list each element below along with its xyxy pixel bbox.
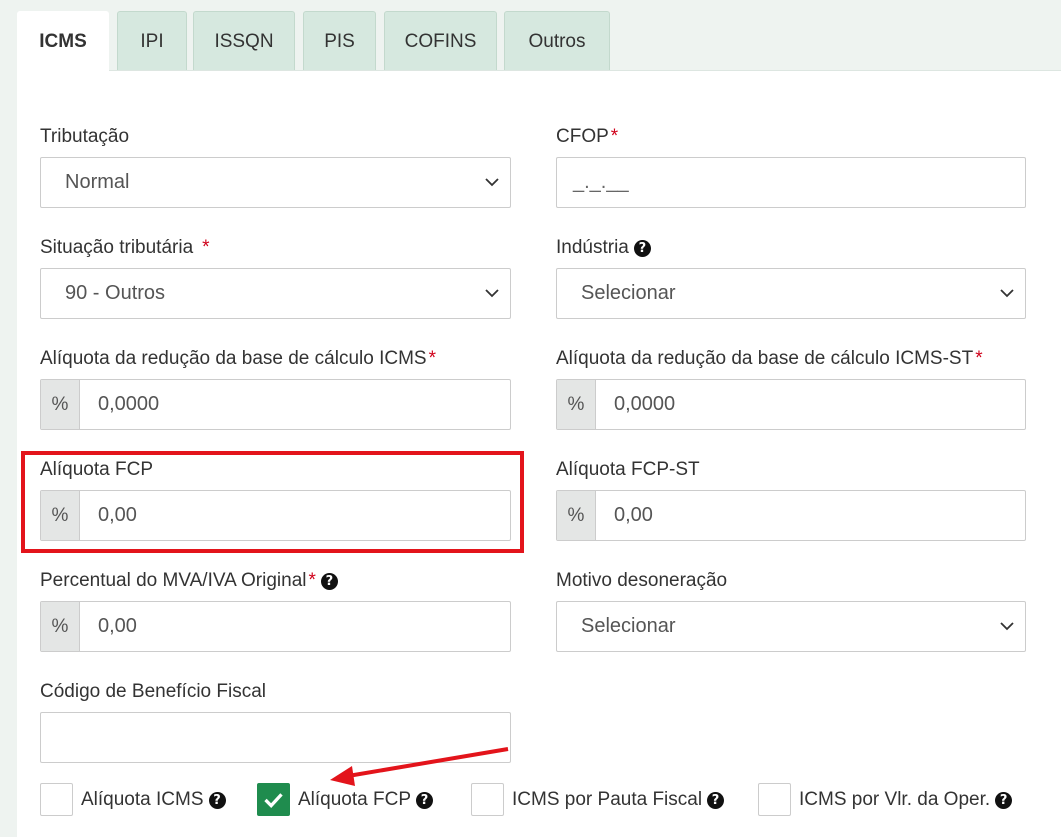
aliq-red-icms-st-label: Alíquota da redução da base de cálculo I… [556,348,983,369]
question-circle-icon[interactable]: ? [633,240,651,257]
chevron-down-icon [1000,289,1014,298]
situacao-value: 90 - Outros [65,282,166,304]
aliq-fcp-value: 0,00 [98,504,137,526]
codigo-beneficio-input[interactable] [40,712,511,763]
icms-vlr-oper-checkbox-label[interactable]: ICMS por Vlr. da Oper.? [799,789,1013,811]
percent-addon: % [557,380,596,429]
required-mark: * [202,237,210,258]
tab-pis[interactable]: PIS [303,11,376,71]
mva-input[interactable]: % 0,00 [40,601,511,652]
situacao-select[interactable]: 90 - Outros [40,268,511,319]
question-circle-icon[interactable]: ? [416,792,433,809]
check-icon [264,793,283,808]
industria-select[interactable]: Selecionar [556,268,1026,319]
tributacao-select[interactable]: Normal [40,157,511,208]
tab-issqn[interactable]: ISSQN [193,11,295,71]
aliq-red-icms-st-value: 0,0000 [614,393,676,415]
aliquota-icms-checkbox[interactable] [40,783,73,816]
aliquota-fcp-checkbox-label[interactable]: Alíquota FCP? [298,789,433,811]
tab-outros[interactable]: Outros [504,11,610,71]
required-mark: * [975,348,983,369]
icms-vlr-oper-checkbox[interactable] [758,783,791,816]
tributacao-value: Normal [65,171,130,193]
mva-value: 0,00 [98,615,137,637]
motivo-label: Motivo desoneração [556,570,728,591]
question-circle-icon[interactable]: ? [208,792,226,809]
aliq-red-icms-st-input[interactable]: % 0,0000 [556,379,1026,430]
aliq-red-icms-input[interactable]: % 0,0000 [40,379,511,430]
motivo-select[interactable]: Selecionar [556,601,1026,652]
tributacao-label: Tributação [40,126,130,147]
question-circle-icon[interactable]: ? [995,792,1013,809]
tab-cofins[interactable]: COFINS [384,11,497,71]
percent-addon: % [41,491,80,540]
chevron-down-icon [1000,622,1014,631]
percent-addon: % [41,602,80,651]
situacao-label: Situação tributária * [40,237,210,258]
chevron-down-icon [485,289,499,298]
aliq-red-icms-label: Alíquota da redução da base de cálculo I… [40,348,436,369]
question-circle-icon[interactable]: ? [707,792,725,809]
icms-pauta-fiscal-checkbox-label[interactable]: ICMS por Pauta Fiscal? [512,789,725,811]
required-mark: * [308,570,316,591]
aliq-fcp-st-label: Alíquota FCP-ST [556,459,700,480]
aliq-fcp-st-input[interactable]: % 0,00 [556,490,1026,541]
aliquota-icms-checkbox-label[interactable]: Alíquota ICMS? [81,789,226,811]
question-circle-icon[interactable]: ? [320,573,338,590]
required-mark: * [428,348,436,369]
mva-label: Percentual do MVA/IVA Original *? [40,570,338,592]
tab-icms[interactable]: ICMS [17,11,109,72]
chevron-down-icon [485,178,499,187]
required-mark: * [610,126,619,147]
percent-addon: % [41,380,80,429]
aliq-red-icms-value: 0,0000 [98,393,160,415]
icms-pauta-fiscal-checkbox[interactable] [471,783,504,816]
tab-ipi[interactable]: IPI [117,11,187,71]
industria-label: Indústria? [556,237,651,259]
motivo-value: Selecionar [581,615,676,637]
cfop-input[interactable]: _._.__ [556,157,1026,208]
aliq-fcp-input[interactable]: % 0,00 [40,490,511,541]
aliquota-fcp-checkbox[interactable] [257,783,290,816]
percent-addon: % [557,491,596,540]
codigo-beneficio-label: Código de Benefício Fiscal [40,681,267,702]
cfop-mask: _._.__ [573,171,629,193]
aliq-fcp-st-value: 0,00 [614,504,653,526]
aliq-fcp-label: Alíquota FCP [40,459,153,480]
industria-value: Selecionar [581,282,676,304]
cfop-label: CFOP * [556,126,619,147]
